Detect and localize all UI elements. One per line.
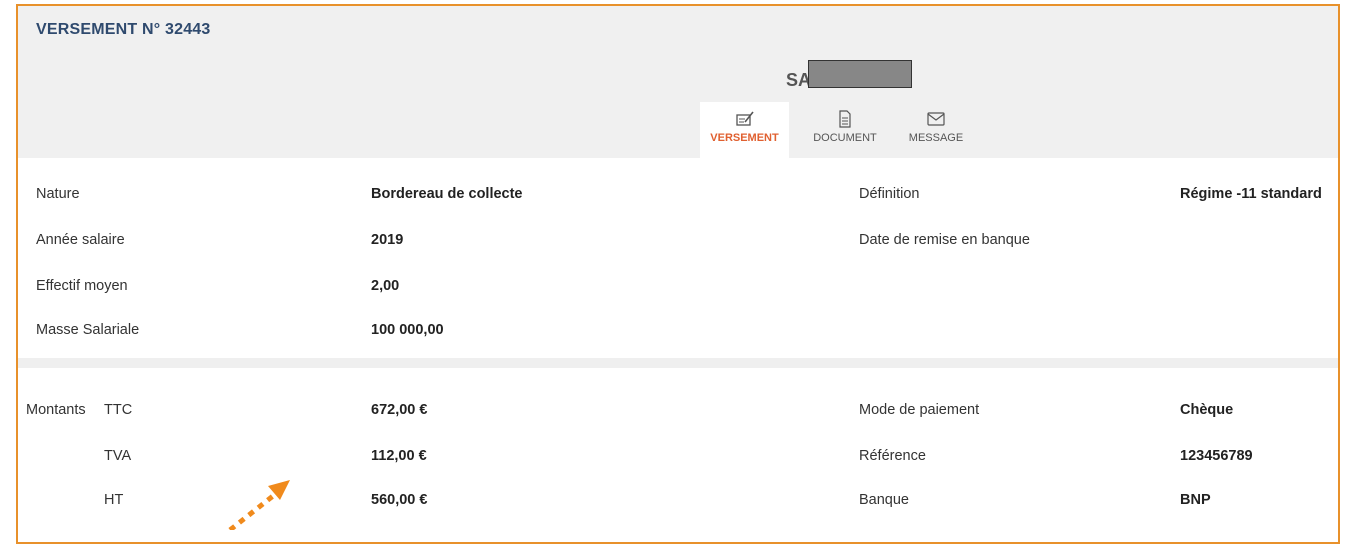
payment-panel: VERSEMENT N° 32443 SA VERSEMENT DOCUMENT…	[16, 4, 1340, 544]
section-divider	[18, 358, 1338, 368]
tab-message[interactable]: MESSAGE	[898, 102, 974, 158]
masse-value: 100 000,00	[371, 322, 444, 338]
nature-value: Bordereau de collecte	[371, 186, 523, 202]
tab-versement-label: VERSEMENT	[710, 132, 779, 144]
document-icon	[839, 110, 851, 128]
mode-paiement-label: Mode de paiement	[859, 402, 980, 418]
montants-label: Montants	[26, 402, 86, 418]
mode-paiement-value: Chèque	[1180, 402, 1234, 418]
annee-value: 2019	[371, 232, 404, 248]
envelope-icon	[927, 112, 945, 126]
banque-value: BNP	[1180, 492, 1211, 508]
tab-message-label: MESSAGE	[908, 132, 964, 144]
nature-label: Nature	[36, 186, 80, 202]
tva-value: 112,00 €	[371, 448, 427, 464]
redaction-box	[808, 60, 912, 88]
annotation-arrow-icon	[228, 480, 290, 530]
annee-label: Année salaire	[36, 232, 125, 248]
date-remise-label: Date de remise en banque	[859, 232, 1030, 248]
ttc-label: TTC	[104, 402, 133, 418]
tab-versement[interactable]: VERSEMENT	[700, 102, 789, 158]
effectif-value: 2,00	[371, 278, 400, 294]
ht-value: 560,00 €	[371, 492, 428, 508]
definition-label: Définition	[859, 186, 920, 202]
tab-document[interactable]: DOCUMENT	[806, 102, 884, 158]
ttc-value: 672,00 €	[371, 402, 428, 418]
banque-label: Banque	[859, 492, 909, 508]
definition-value: Régime -11 standard	[1180, 186, 1322, 202]
masse-label: Masse Salariale	[36, 322, 140, 338]
reference-label: Référence	[859, 448, 926, 464]
ht-label: HT	[104, 492, 124, 508]
page-title: VERSEMENT N° 32443	[36, 21, 211, 38]
payment-icon	[735, 111, 754, 126]
effectif-label: Effectif moyen	[36, 278, 128, 294]
panel-header: VERSEMENT N° 32443 SA VERSEMENT DOCUMENT…	[18, 6, 1338, 158]
tva-label: TVA	[104, 448, 132, 464]
tab-document-label: DOCUMENT	[813, 132, 877, 144]
reference-value: 123456789	[1180, 448, 1253, 464]
